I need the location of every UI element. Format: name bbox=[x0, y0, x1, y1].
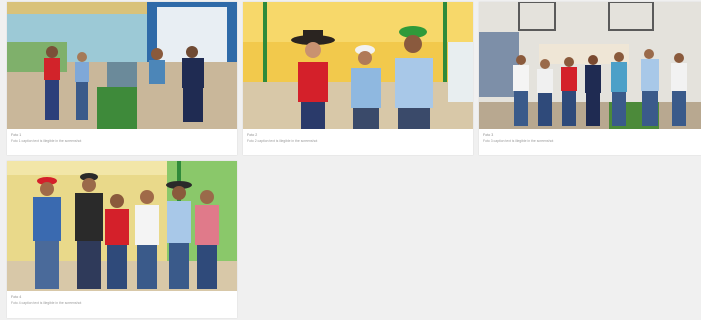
gallery-photo[interactable] bbox=[7, 2, 237, 129]
gallery-card[interactable]: Foto 1 Foto 1 caption text is illegible … bbox=[7, 2, 237, 155]
gallery-photo[interactable] bbox=[479, 2, 701, 129]
gallery-card[interactable]: Foto 4 Foto 4 caption text is illegible … bbox=[7, 161, 237, 318]
gallery-card[interactable]: Foto 3 Foto 3 caption text is illegible … bbox=[479, 2, 701, 155]
photo-description: Foto 2 caption text is illegible in the … bbox=[247, 139, 318, 143]
photo-label: Foto 2 bbox=[247, 133, 258, 137]
gallery-caption: Foto 3 Foto 3 caption text is illegible … bbox=[483, 133, 697, 143]
photo-image bbox=[7, 2, 237, 129]
photo-image bbox=[479, 2, 701, 129]
photo-label: Foto 1 bbox=[11, 133, 22, 137]
gallery-caption: Foto 1 Foto 1 caption text is illegible … bbox=[11, 133, 233, 143]
photo-description: Foto 4 caption text is illegible in the … bbox=[11, 301, 82, 305]
photo-description: Foto 1 caption text is illegible in the … bbox=[11, 139, 82, 143]
photo-label: Foto 4 bbox=[11, 295, 22, 299]
photo-gallery: Foto 1 Foto 1 caption text is illegible … bbox=[0, 0, 701, 320]
gallery-photo[interactable] bbox=[243, 2, 473, 129]
photo-label: Foto 3 bbox=[483, 133, 494, 137]
photo-image bbox=[243, 2, 473, 129]
photo-image bbox=[7, 161, 237, 291]
photo-description: Foto 3 caption text is illegible in the … bbox=[483, 139, 554, 143]
gallery-photo[interactable] bbox=[7, 161, 237, 291]
gallery-caption: Foto 4 Foto 4 caption text is illegible … bbox=[11, 295, 233, 305]
gallery-caption: Foto 2 Foto 2 caption text is illegible … bbox=[247, 133, 469, 143]
gallery-card[interactable]: Foto 2 Foto 2 caption text is illegible … bbox=[243, 2, 473, 155]
